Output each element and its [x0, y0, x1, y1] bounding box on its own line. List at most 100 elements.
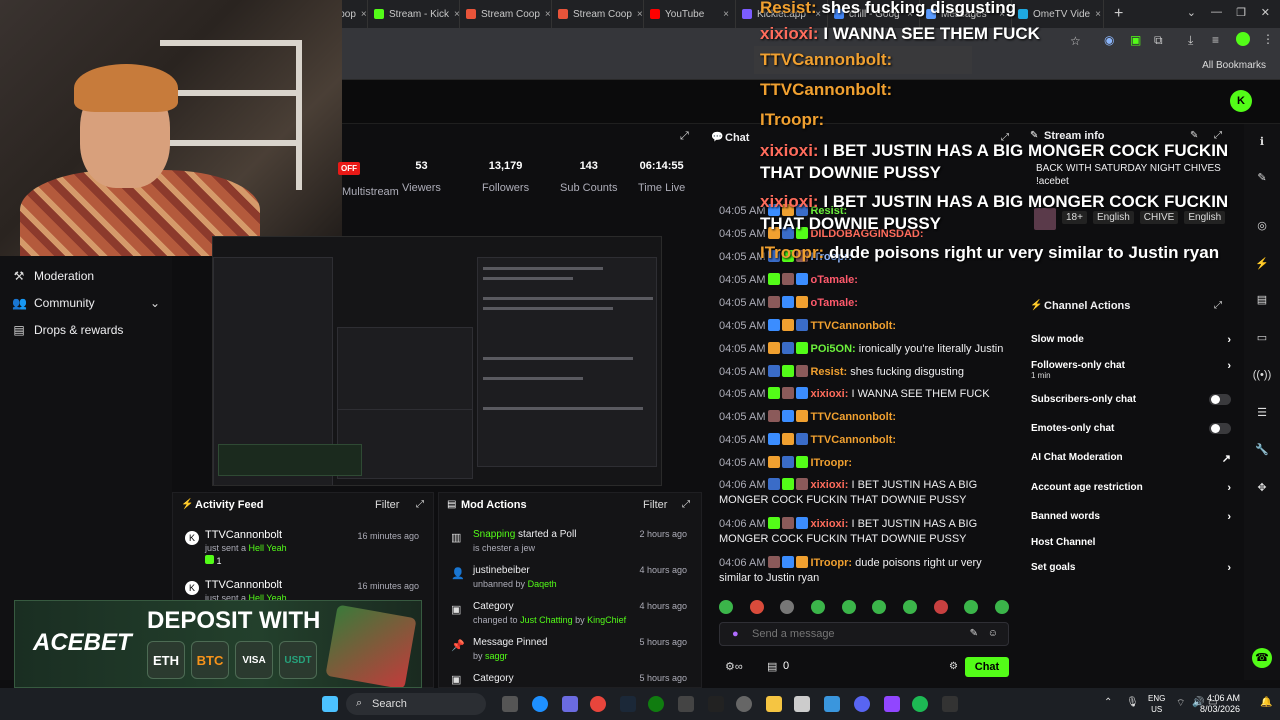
- message-username[interactable]: xixioxi:: [810, 388, 848, 400]
- sidebar-item-moderation[interactable]: ⚒ Moderation: [12, 269, 94, 283]
- mod-sub-user[interactable]: saggr: [485, 651, 508, 661]
- app-icon[interactable]: [562, 696, 578, 712]
- mod-sub-user[interactable]: KingChief: [587, 615, 626, 625]
- message-username[interactable]: TTVCannonbolt:: [810, 411, 896, 423]
- app-icon[interactable]: [824, 696, 840, 712]
- smile-icon[interactable]: ☺: [988, 628, 998, 639]
- menu-icon[interactable]: ⋮: [1262, 32, 1274, 46]
- settings-icon[interactable]: [736, 696, 752, 712]
- toggle-switch[interactable]: [1209, 394, 1231, 405]
- browser-tab[interactable]: Stream - Kick ×: [368, 0, 460, 28]
- app-icon[interactable]: [678, 696, 694, 712]
- channel-action-item[interactable]: AI Chat Moderation ↗: [1031, 452, 1231, 465]
- emote-icon[interactable]: [841, 600, 856, 614]
- star-icon[interactable]: ☆: [1070, 34, 1081, 48]
- channel-action-item[interactable]: Followers-only chat 1 min ›: [1031, 360, 1231, 380]
- taskbar-clock[interactable]: 4:06 AM 8/03/2026: [1200, 693, 1240, 715]
- mod-sub-category[interactable]: Just Chatting: [520, 615, 573, 625]
- store-icon[interactable]: [794, 696, 810, 712]
- mod-user[interactable]: justinebeiber: [473, 565, 530, 576]
- all-bookmarks[interactable]: All Bookmarks: [1202, 60, 1266, 71]
- translate-icon[interactable]: ◉: [1104, 33, 1114, 47]
- channel-action-item[interactable]: Slow mode ›: [1031, 334, 1231, 346]
- mod-user[interactable]: Snapping: [473, 529, 515, 540]
- close-tab-icon[interactable]: ×: [545, 9, 551, 20]
- steam-icon[interactable]: [620, 696, 636, 712]
- chrome-icon[interactable]: [590, 696, 606, 712]
- tray-chevron-icon[interactable]: ⌃: [1104, 697, 1112, 708]
- channel-action-item[interactable]: Banned words ›: [1031, 511, 1231, 523]
- kick-logo-icon[interactable]: K: [1230, 90, 1252, 112]
- epic-games-icon[interactable]: [708, 696, 724, 712]
- browser-tab[interactable]: YouTube ×: [644, 0, 736, 28]
- emote-icon[interactable]: [902, 600, 917, 614]
- channel-action-item[interactable]: Emotes-only chat: [1031, 423, 1231, 434]
- channel-action-item[interactable]: Set goals ›: [1031, 562, 1231, 574]
- message-username[interactable]: oTamale:: [810, 297, 857, 309]
- message-username[interactable]: POi5ON:: [810, 343, 855, 355]
- popout-icon[interactable]: ⤢: [1214, 300, 1222, 311]
- emote-icon[interactable]: [933, 600, 948, 614]
- settings-icon[interactable]: ⚙: [949, 661, 958, 672]
- obs-icon[interactable]: [942, 696, 958, 712]
- wifi-icon[interactable]: ⌔: [1176, 697, 1185, 710]
- emote-icon[interactable]: [810, 600, 825, 614]
- mod-sub-user[interactable]: Daqeth: [528, 579, 557, 589]
- feed-user[interactable]: TTVCannonbolt: [205, 579, 282, 591]
- emote-picker-icon[interactable]: ✎: [970, 628, 978, 639]
- emote-icon[interactable]: [780, 600, 795, 614]
- file-explorer-icon[interactable]: [766, 696, 782, 712]
- minimize-button[interactable]: —: [1211, 6, 1222, 18]
- message-username[interactable]: oTamale:: [810, 274, 857, 286]
- notification-icon[interactable]: 🔔: [1260, 697, 1272, 708]
- taskbar-search[interactable]: Search: [346, 693, 486, 715]
- popout-icon[interactable]: ⤢: [682, 499, 690, 510]
- document-icon[interactable]: ▤: [1252, 290, 1272, 310]
- close-tab-icon[interactable]: ×: [361, 9, 367, 20]
- message-username[interactable]: xixioxi:: [810, 518, 848, 530]
- discord-icon[interactable]: [854, 696, 870, 712]
- emote-icon[interactable]: [964, 600, 979, 614]
- message-username[interactable]: TTVCannonbolt:: [810, 320, 896, 332]
- maximize-button[interactable]: ❐: [1236, 6, 1246, 19]
- extension-icon[interactable]: ▣: [1130, 33, 1141, 47]
- channel-action-item[interactable]: Host Channel: [1031, 537, 1231, 548]
- browser-tab[interactable]: Stream Coop ×: [552, 0, 644, 28]
- windows-start-icon[interactable]: [322, 696, 338, 712]
- gift-icon[interactable]: ▤: [767, 660, 777, 673]
- close-window-button[interactable]: ✕: [1261, 6, 1270, 19]
- new-tab-button[interactable]: +: [1114, 5, 1123, 23]
- emote-icon[interactable]: [719, 600, 733, 614]
- chevron-down-icon[interactable]: ⌄: [1187, 6, 1196, 19]
- task-view-icon[interactable]: [502, 696, 518, 712]
- language-indicator[interactable]: ENG US: [1148, 693, 1165, 715]
- filter-button[interactable]: Filter: [643, 499, 667, 511]
- sidebar-item-community[interactable]: 👥 Community ⌄: [12, 296, 160, 310]
- mic-icon[interactable]: ●: [732, 628, 739, 640]
- toggle-switch[interactable]: [1209, 423, 1231, 434]
- browser-tab[interactable]: Stream Coop ×: [460, 0, 552, 28]
- popout-icon[interactable]: ⤢: [416, 499, 424, 510]
- channel-action-item[interactable]: Subscribers-only chat: [1031, 394, 1231, 405]
- support-icon[interactable]: ☎: [1252, 648, 1272, 668]
- emote-icon[interactable]: [872, 600, 887, 614]
- message-username[interactable]: TTVCannonbolt:: [810, 434, 896, 446]
- close-tab-icon[interactable]: ×: [1095, 9, 1101, 20]
- loyalty-icon[interactable]: ⚙∞: [725, 660, 743, 673]
- message-username[interactable]: xixioxi:: [810, 479, 848, 491]
- close-tab-icon[interactable]: ×: [637, 9, 643, 20]
- chat-icon[interactable]: ▭: [1252, 328, 1272, 348]
- message-username[interactable]: ITroopr:: [810, 557, 852, 569]
- spotify-icon[interactable]: [912, 696, 928, 712]
- broadcast-icon[interactable]: ((•)): [1252, 365, 1272, 385]
- emote-icon[interactable]: [749, 600, 764, 614]
- mic-icon[interactable]: 🎙: [1126, 697, 1139, 708]
- message-username[interactable]: Resist:: [810, 366, 847, 378]
- sidebar-item-drops[interactable]: ▤ Drops & rewards: [12, 323, 123, 337]
- edge-icon[interactable]: [532, 696, 548, 712]
- chat-input-box[interactable]: ● ✎ ☺: [719, 622, 1009, 646]
- message-username[interactable]: ITroopr:: [810, 457, 852, 469]
- close-tab-icon[interactable]: ×: [723, 9, 729, 20]
- chat-input[interactable]: [752, 628, 952, 640]
- wrench-icon[interactable]: 🔧: [1252, 440, 1272, 460]
